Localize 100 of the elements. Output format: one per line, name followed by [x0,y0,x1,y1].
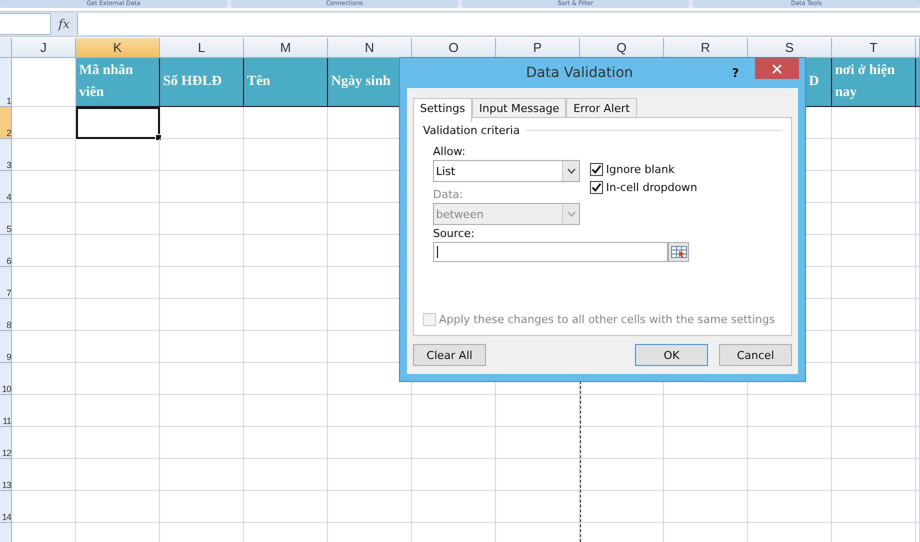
column-header[interactable]: N [328,38,412,58]
table-cell[interactable] [12,139,76,171]
table-cell[interactable] [160,235,244,267]
row-header[interactable]: 10 [0,363,12,395]
table-cell[interactable] [12,363,76,395]
table-cell[interactable] [580,395,664,427]
table-cell[interactable] [76,395,160,427]
table-cell[interactable] [328,427,412,459]
row-header[interactable]: 14 [0,491,12,523]
table-cell[interactable] [76,267,160,299]
row-header[interactable]: 13 [0,459,12,491]
dialog-button[interactable]: Clear All [413,344,486,366]
dialog-tab[interactable]: Settings [413,98,472,122]
table-cell[interactable] [160,331,244,363]
table-cell[interactable] [244,107,328,139]
table-cell[interactable] [748,491,832,523]
table-cell[interactable] [496,459,580,491]
row-header[interactable]: 11 [0,395,12,427]
table-cell[interactable] [412,459,496,491]
table-cell[interactable] [832,427,916,459]
table-cell[interactable] [832,139,916,171]
name-box[interactable] [0,13,51,35]
table-cell[interactable] [76,235,160,267]
column-header[interactable]: K [76,38,160,58]
table-cell[interactable] [496,427,580,459]
row-header[interactable]: 1 [0,58,12,107]
table-cell[interactable] [664,459,748,491]
row-header[interactable]: 2 [0,107,12,139]
table-cell[interactable] [160,459,244,491]
table-cell[interactable] [12,171,76,203]
table-cell[interactable] [76,299,160,331]
dialog-tab[interactable]: Error Alert [566,98,637,117]
table-cell[interactable] [244,203,328,235]
table-cell[interactable] [328,491,412,523]
table-cell[interactable] [496,395,580,427]
table-cell[interactable] [748,459,832,491]
table-cell[interactable] [12,395,76,427]
table-cell[interactable] [160,491,244,523]
table-cell[interactable] [12,299,76,331]
table-cell[interactable] [160,363,244,395]
dialog-tab[interactable]: Input Message [472,98,566,117]
table-cell[interactable] [76,427,160,459]
table-cell[interactable] [328,459,412,491]
table-cell[interactable] [412,395,496,427]
table-cell[interactable] [244,491,328,523]
source-input-field[interactable] [433,242,668,262]
table-cell[interactable] [12,459,76,491]
row-header[interactable]: 9 [0,331,12,363]
table-cell[interactable] [412,491,496,523]
table-cell[interactable] [76,491,160,523]
allow-dropdown[interactable]: List [433,160,580,182]
table-cell[interactable] [748,395,832,427]
table-cell[interactable] [496,491,580,523]
table-cell[interactable] [832,203,916,235]
table-cell[interactable] [244,299,328,331]
dialog-button[interactable]: OK [635,344,708,366]
row-header[interactable]: 8 [0,299,12,331]
table-cell[interactable] [12,267,76,299]
column-header[interactable]: O [412,38,496,58]
table-cell[interactable] [664,427,748,459]
table-cell[interactable] [244,395,328,427]
table-cell[interactable] [244,427,328,459]
table-cell[interactable] [76,331,160,363]
table-cell[interactable] [160,299,244,331]
table-cell[interactable] [664,491,748,523]
table-cell[interactable] [580,491,664,523]
table-cell[interactable] [12,491,76,523]
checkbox[interactable] [590,163,603,176]
active-cell[interactable] [76,107,160,139]
row-header[interactable]: 6 [0,235,12,267]
table-cell[interactable] [244,235,328,267]
table-cell[interactable] [160,171,244,203]
table-cell[interactable] [832,363,916,395]
table-cell[interactable] [328,395,412,427]
table-cell[interactable] [244,459,328,491]
checkbox[interactable] [590,181,603,194]
column-header[interactable]: M [244,38,328,58]
row-header[interactable]: 4 [0,171,12,203]
column-header[interactable]: R [664,38,748,58]
table-cell[interactable] [664,395,748,427]
table-cell[interactable] [412,427,496,459]
column-header[interactable]: T [832,38,916,58]
row-header[interactable]: 5 [0,203,12,235]
table-cell[interactable] [244,363,328,395]
table-cell[interactable] [832,299,916,331]
table-cell[interactable] [832,331,916,363]
help-button[interactable]: ? [732,66,739,80]
table-cell[interactable] [748,427,832,459]
function-label[interactable]: fx [51,17,77,31]
table-cell[interactable] [76,203,160,235]
column-header[interactable]: L [160,38,244,58]
table-cell[interactable] [580,427,664,459]
close-button[interactable] [755,58,799,79]
column-header[interactable]: J [12,38,76,58]
range-picker-button[interactable] [668,242,689,262]
row-header[interactable]: 12 [0,427,12,459]
table-cell[interactable] [12,331,76,363]
row-header[interactable]: 3 [0,139,12,171]
column-header[interactable]: P [496,38,580,58]
table-cell[interactable] [832,459,916,491]
